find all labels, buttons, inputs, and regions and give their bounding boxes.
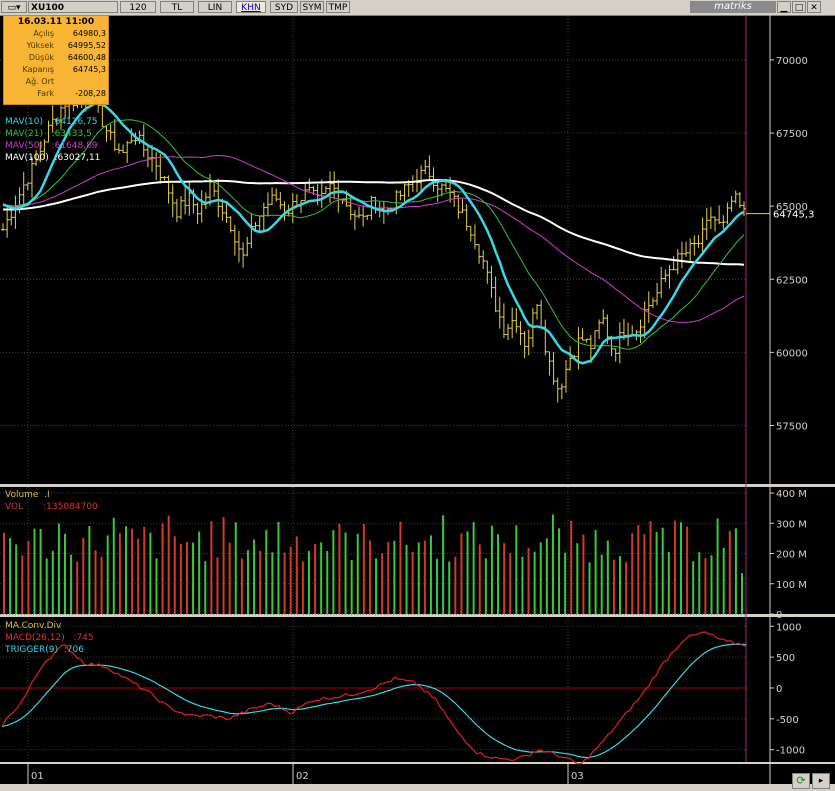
macd-legend-item: TRIGGER(9) :706 bbox=[5, 645, 84, 655]
price-tick-label: 62500 bbox=[776, 275, 808, 286]
panel-separator bbox=[0, 484, 835, 487]
trigger-line bbox=[1, 643, 747, 759]
macd-tick-label: -500 bbox=[776, 715, 799, 726]
info-value: -208,28 bbox=[75, 89, 106, 98]
time-tick-label: 03 bbox=[571, 771, 584, 782]
macd-legend-item: MA.Conv.Div bbox=[5, 621, 62, 631]
volume-tick-label: 200 M bbox=[776, 550, 807, 561]
volume-tick-label: 0 bbox=[776, 610, 782, 621]
refresh-icon[interactable]: ⟳ bbox=[792, 773, 810, 789]
scroll-right-icon[interactable]: ▸ bbox=[812, 773, 830, 789]
info-value: 64745,3 bbox=[72, 65, 106, 74]
ohlc-info-box: 16.03.11 11:00 Açılış 64980,3 Yüksek 64995,… bbox=[3, 15, 109, 105]
volume-tick-label: 400 M bbox=[776, 489, 807, 500]
macd-legend: MA.Conv.Div MACD(26,12) :745 TRIGGER(9) :7… bbox=[5, 620, 94, 656]
status-bar bbox=[0, 784, 835, 791]
volume-tick-label: 300 M bbox=[776, 519, 807, 530]
mav10-line bbox=[2, 101, 745, 365]
price-legend-item: MAV(21) :63433,5 bbox=[5, 129, 92, 139]
price-legend-item: MAV(50) :61648,89 bbox=[5, 141, 98, 151]
macd-tick-label: -1000 bbox=[776, 746, 805, 757]
last-price-label: 64745,3 bbox=[773, 210, 814, 221]
macd-line bbox=[1, 631, 747, 765]
price-legend: MAV(10) :64126,75 MAV(21) :63433,5 MAV(50)… bbox=[5, 116, 100, 164]
price-tick-label: 57500 bbox=[776, 422, 808, 433]
info-label: Düşük bbox=[28, 53, 54, 62]
info-value: 64980,3 bbox=[72, 29, 106, 38]
mav100-line bbox=[3, 178, 745, 266]
macd-legend-item: MACD(26,12) :745 bbox=[5, 633, 94, 643]
volume-legend-item: VOL :135084700 bbox=[5, 502, 98, 512]
info-value: 64995,52 bbox=[67, 41, 106, 50]
info-label: Fark bbox=[37, 89, 54, 98]
price-tick-label: 60000 bbox=[776, 348, 808, 359]
mav50-line bbox=[2, 154, 745, 323]
time-tick-label: 02 bbox=[296, 771, 309, 782]
info-label: Açılış bbox=[33, 29, 54, 38]
info-label: Yüksek bbox=[26, 41, 54, 50]
chart-window: ▭▾ XU100 120 TL LIN KHN SYD SYM TMP matriks ▁ … bbox=[0, 0, 835, 791]
info-value: 64600,48 bbox=[67, 53, 106, 62]
volume-legend-item: Volume .I bbox=[5, 490, 50, 500]
time-tick-label: 01 bbox=[31, 771, 44, 782]
chart-canvas[interactable]: 7000067500650006250060000575000100 M200 … bbox=[0, 0, 835, 791]
macd-tick-label: 0 bbox=[776, 684, 782, 695]
volume-legend: Volume .I VOL :135084700 bbox=[5, 489, 98, 513]
panel-separator bbox=[0, 762, 835, 764]
volume-tick-label: 100 M bbox=[776, 580, 807, 591]
macd-tick-label: 1000 bbox=[776, 622, 801, 633]
mav21-line bbox=[2, 119, 745, 350]
price-tick-label: 70000 bbox=[776, 56, 808, 67]
info-label: Kapanış bbox=[22, 65, 54, 74]
price-legend-item: MAV(100) :63027,11 bbox=[5, 153, 101, 163]
info-date: 16.03.11 11:00 bbox=[17, 17, 95, 27]
info-label: Ağ. Ort bbox=[25, 77, 54, 86]
macd-tick-label: 500 bbox=[776, 653, 795, 664]
price-tick-label: 67500 bbox=[776, 129, 808, 140]
price-legend-item: MAV(10) :64126,75 bbox=[5, 117, 98, 127]
